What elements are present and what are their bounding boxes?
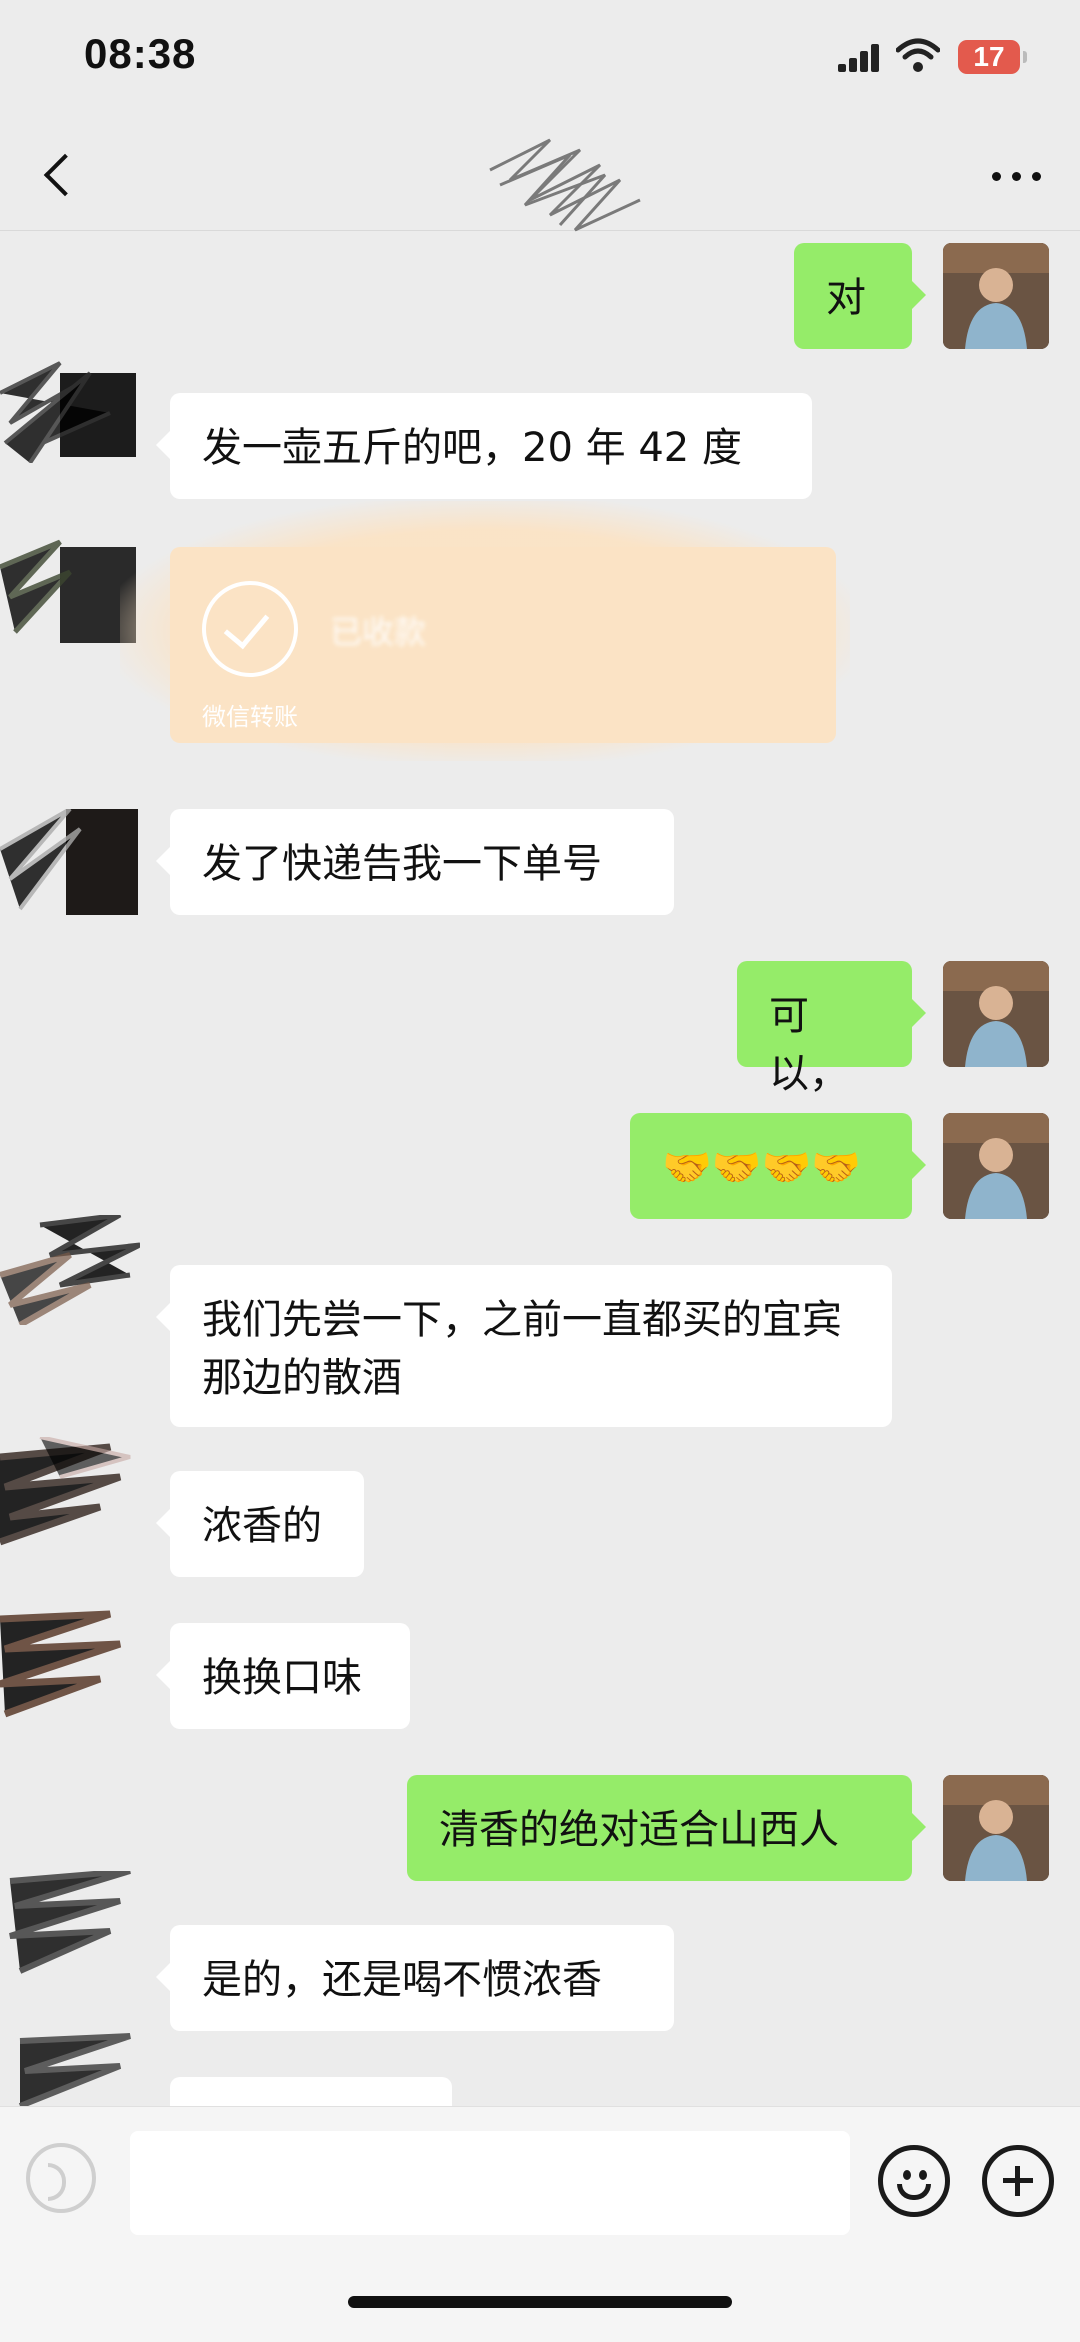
message-bubble-received[interactable]: 浓香的 xyxy=(156,1471,364,1577)
message-bubble-sent[interactable]: 可以， xyxy=(737,961,926,1097)
contact-avatar-redacted[interactable] xyxy=(0,353,140,463)
message-bubble-sent[interactable]: 清香的绝对适合山西人 xyxy=(407,1775,926,1881)
message-bubble-received[interactable] xyxy=(170,2077,452,2106)
cellular-signal-icon xyxy=(838,42,882,72)
message-bubble-received[interactable]: 换换口味 xyxy=(156,1623,410,1729)
contact-avatar-redacted[interactable] xyxy=(0,1871,140,1981)
chat-title-redacted xyxy=(489,138,641,232)
plus-icon[interactable] xyxy=(982,2145,1054,2217)
voice-icon[interactable] xyxy=(26,2143,96,2213)
back-button[interactable] xyxy=(38,148,78,204)
home-indicator[interactable] xyxy=(348,2296,732,2308)
my-avatar[interactable] xyxy=(943,961,1049,1067)
contact-avatar-redacted[interactable] xyxy=(0,809,140,919)
message-input[interactable] xyxy=(130,2131,850,2235)
message-bubble-received[interactable]: 发一壶五斤的吧，20 年 42 度 xyxy=(156,393,812,499)
message-bubble-sent[interactable]: 🤝🤝🤝🤝 xyxy=(630,1113,926,1219)
contact-avatar-redacted[interactable] xyxy=(0,2031,140,2106)
my-avatar[interactable] xyxy=(943,243,1049,349)
my-avatar[interactable] xyxy=(943,1113,1049,1219)
battery-icon: 17 xyxy=(958,40,1027,74)
my-avatar[interactable] xyxy=(943,1775,1049,1881)
message-bubble-received[interactable]: 是的，还是喝不惯浓香 xyxy=(156,1925,674,2031)
message-bubble-received[interactable]: 发了快递告我一下单号 xyxy=(156,809,674,915)
contact-avatar-redacted[interactable] xyxy=(0,1609,140,1719)
contact-avatar-redacted[interactable] xyxy=(0,1215,140,1325)
chat-header xyxy=(0,120,1080,232)
wifi-icon xyxy=(896,38,940,72)
more-options-button[interactable] xyxy=(992,166,1042,186)
message-bubble-sent[interactable]: 对 xyxy=(794,243,926,349)
chat-message-list[interactable]: 对 发一壶五斤的吧，20 年 42 度 已收款 微信转账 发了快递告我一下单号 … xyxy=(0,231,1080,2106)
wechat-transfer-card[interactable]: 已收款 微信转账 xyxy=(170,547,836,743)
emoji-icon[interactable] xyxy=(878,2145,950,2217)
status-time: 08:38 xyxy=(84,30,197,77)
status-bar: 08:38 17 xyxy=(0,0,1080,120)
checkmark-circle-icon xyxy=(202,581,298,677)
transfer-label: 微信转账 xyxy=(202,703,298,731)
contact-avatar-redacted[interactable] xyxy=(0,1437,140,1547)
contact-avatar-redacted[interactable] xyxy=(0,537,140,647)
message-bubble-received[interactable]: 我们先尝一下，之前一直都买的宜宾那边的散酒 xyxy=(156,1265,892,1427)
transfer-status: 已收款 xyxy=(330,613,427,651)
